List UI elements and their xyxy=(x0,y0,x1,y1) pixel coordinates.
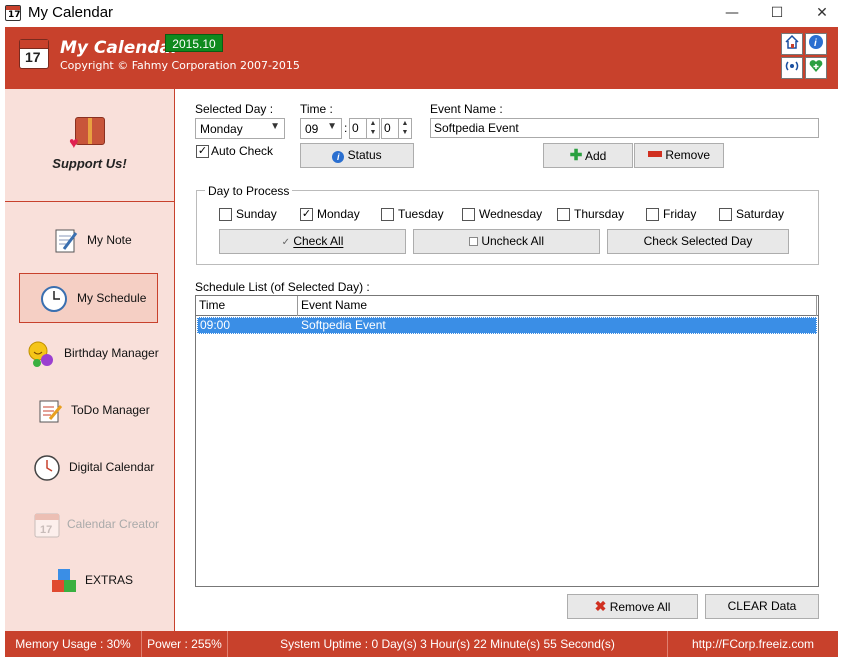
info-button[interactable]: i xyxy=(805,33,827,55)
sidebar-item-calendar-creator[interactable]: 17 Calendar Creator xyxy=(5,500,174,550)
home-button[interactable] xyxy=(781,33,803,55)
saturday-label: Saturday xyxy=(736,207,785,221)
event-name-input[interactable]: Softpedia Event xyxy=(430,118,819,138)
checkbox-empty-icon xyxy=(468,237,478,246)
clock-icon xyxy=(41,286,67,312)
remove-button[interactable]: Remove xyxy=(634,143,724,168)
remove-all-button[interactable]: ✖ Remove All xyxy=(567,594,698,619)
sidebar-item-my-note[interactable]: My Note xyxy=(5,216,174,266)
tuesday-checkbox[interactable] xyxy=(381,208,394,221)
second-input[interactable]: 0 xyxy=(381,118,399,139)
heart-icon: ♥ xyxy=(69,135,79,152)
info-icon: i xyxy=(332,151,345,163)
broadcast-icon xyxy=(785,61,799,71)
second-stepper[interactable]: ▲ ▼ xyxy=(398,118,412,139)
time-label: Time : xyxy=(300,102,333,116)
note-icon xyxy=(55,229,78,253)
schedule-list-label: Schedule List (of Selected Day) : xyxy=(195,280,370,294)
calendar-app-icon: 17 xyxy=(5,5,21,21)
system-uptime: System Uptime : 0 Day(s) 3 Hour(s) 22 Mi… xyxy=(228,631,668,657)
sunday-checkbox[interactable] xyxy=(219,208,232,221)
check-all-button[interactable]: ✓ Check All xyxy=(219,229,406,254)
minimize-button[interactable]: — xyxy=(715,0,749,26)
plus-icon: ✚ xyxy=(569,147,583,164)
sidebar-item-extras[interactable]: EXTRAS xyxy=(5,556,174,606)
update-button[interactable] xyxy=(781,57,803,79)
day-to-process-legend: Day to Process xyxy=(205,184,293,198)
chevron-down-icon: ▼ xyxy=(327,121,337,132)
uncheck-all-button[interactable]: Uncheck All xyxy=(413,229,600,254)
svg-text:i: i xyxy=(814,38,817,49)
row-event-name: Softpedia Event xyxy=(301,318,386,332)
tuesday-label: Tuesday xyxy=(398,207,444,221)
title-bar: 17 My Calendar — ☐ ✕ xyxy=(0,0,843,26)
wednesday-checkbox[interactable] xyxy=(462,208,475,221)
website-link[interactable]: http://FCorp.freeiz.com xyxy=(668,631,838,657)
calendar-logo-icon: 17 xyxy=(19,39,49,69)
time-separator: : xyxy=(344,121,348,135)
red-x-icon: ✖ xyxy=(594,598,607,614)
chevron-down-icon: ▼ xyxy=(270,121,280,132)
column-header-time[interactable]: Time xyxy=(196,296,298,316)
check-icon: ✓ xyxy=(281,237,290,248)
minute-stepper[interactable]: ▲ ▼ xyxy=(366,118,380,139)
support-us-panel[interactable]: ♥ Support Us! xyxy=(5,89,174,202)
auto-check-checkbox[interactable]: ✓ xyxy=(196,145,209,158)
todo-icon xyxy=(39,400,63,423)
heart-plus-icon xyxy=(809,60,823,72)
donate-button[interactable] xyxy=(805,57,827,79)
maximize-button[interactable]: ☐ xyxy=(760,0,794,26)
cubes-icon xyxy=(52,569,76,592)
add-button[interactable]: ✚ Add xyxy=(543,143,633,168)
minus-icon xyxy=(647,151,662,157)
saturday-checkbox[interactable] xyxy=(719,208,732,221)
column-header-event-name[interactable]: Event Name xyxy=(298,296,817,316)
friday-label: Friday xyxy=(663,207,697,221)
svg-text:17: 17 xyxy=(40,524,52,536)
close-button[interactable]: ✕ xyxy=(805,0,839,26)
hour-select[interactable]: 09 ▼ xyxy=(300,118,342,139)
sidebar-item-my-schedule[interactable]: My Schedule xyxy=(19,273,158,323)
support-us-label: Support Us! xyxy=(52,156,127,171)
sidebar-item-digital-calendar[interactable]: Digital Calendar xyxy=(5,443,174,493)
list-header: Time Event Name xyxy=(196,296,818,316)
schedule-list[interactable]: Time Event Name 09:00 Softpedia Event xyxy=(195,295,819,587)
digital-clock-icon xyxy=(34,455,60,481)
window-title: My Calendar xyxy=(28,4,114,21)
friday-checkbox[interactable] xyxy=(646,208,659,221)
home-icon xyxy=(785,34,799,49)
status-bar: Memory Usage : 30% Power : 255% System U… xyxy=(5,631,838,657)
app-header: 17 My Calendar 2015.10 Copyright © Fahmy… xyxy=(5,27,838,89)
selected-day-select[interactable]: Monday ▼ xyxy=(195,118,285,139)
status-button[interactable]: i Status xyxy=(300,143,414,168)
sidebar-item-todo-manager[interactable]: ToDo Manager xyxy=(5,386,174,436)
thursday-checkbox[interactable] xyxy=(557,208,570,221)
monday-label: Monday xyxy=(317,207,360,221)
version-badge: 2015.10 xyxy=(165,34,223,52)
app-name: My Calendar xyxy=(60,38,180,58)
clear-data-button[interactable]: CLEAR Data xyxy=(705,594,819,619)
table-row[interactable]: 09:00 Softpedia Event xyxy=(197,317,817,334)
copyright-text: Copyright © Fahmy Corporation 2007-2015 xyxy=(60,59,300,72)
info-icon: i xyxy=(809,35,823,49)
minute-input[interactable]: 0 xyxy=(349,118,367,139)
event-name-label: Event Name : xyxy=(430,102,503,116)
check-selected-day-button[interactable]: Check Selected Day xyxy=(607,229,789,254)
gift-icon xyxy=(75,117,105,145)
wednesday-label: Wednesday xyxy=(479,207,543,221)
selected-day-label: Selected Day : xyxy=(195,102,274,116)
power-status: Power : 255% xyxy=(142,631,228,657)
sidebar: ♥ Support Us! My Note My Schedule Birthd… xyxy=(5,89,175,631)
smiley-icon xyxy=(28,341,53,367)
thursday-label: Thursday xyxy=(574,207,625,221)
sunday-label: Sunday xyxy=(236,207,277,221)
memory-usage: Memory Usage : 30% xyxy=(5,631,142,657)
row-time: 09:00 xyxy=(200,318,231,332)
auto-check-label: Auto Check xyxy=(211,144,274,158)
monday-checkbox[interactable]: ✓ xyxy=(300,208,313,221)
sidebar-item-birthday-manager[interactable]: Birthday Manager xyxy=(5,329,174,379)
calendar-icon: 17 xyxy=(34,513,60,538)
